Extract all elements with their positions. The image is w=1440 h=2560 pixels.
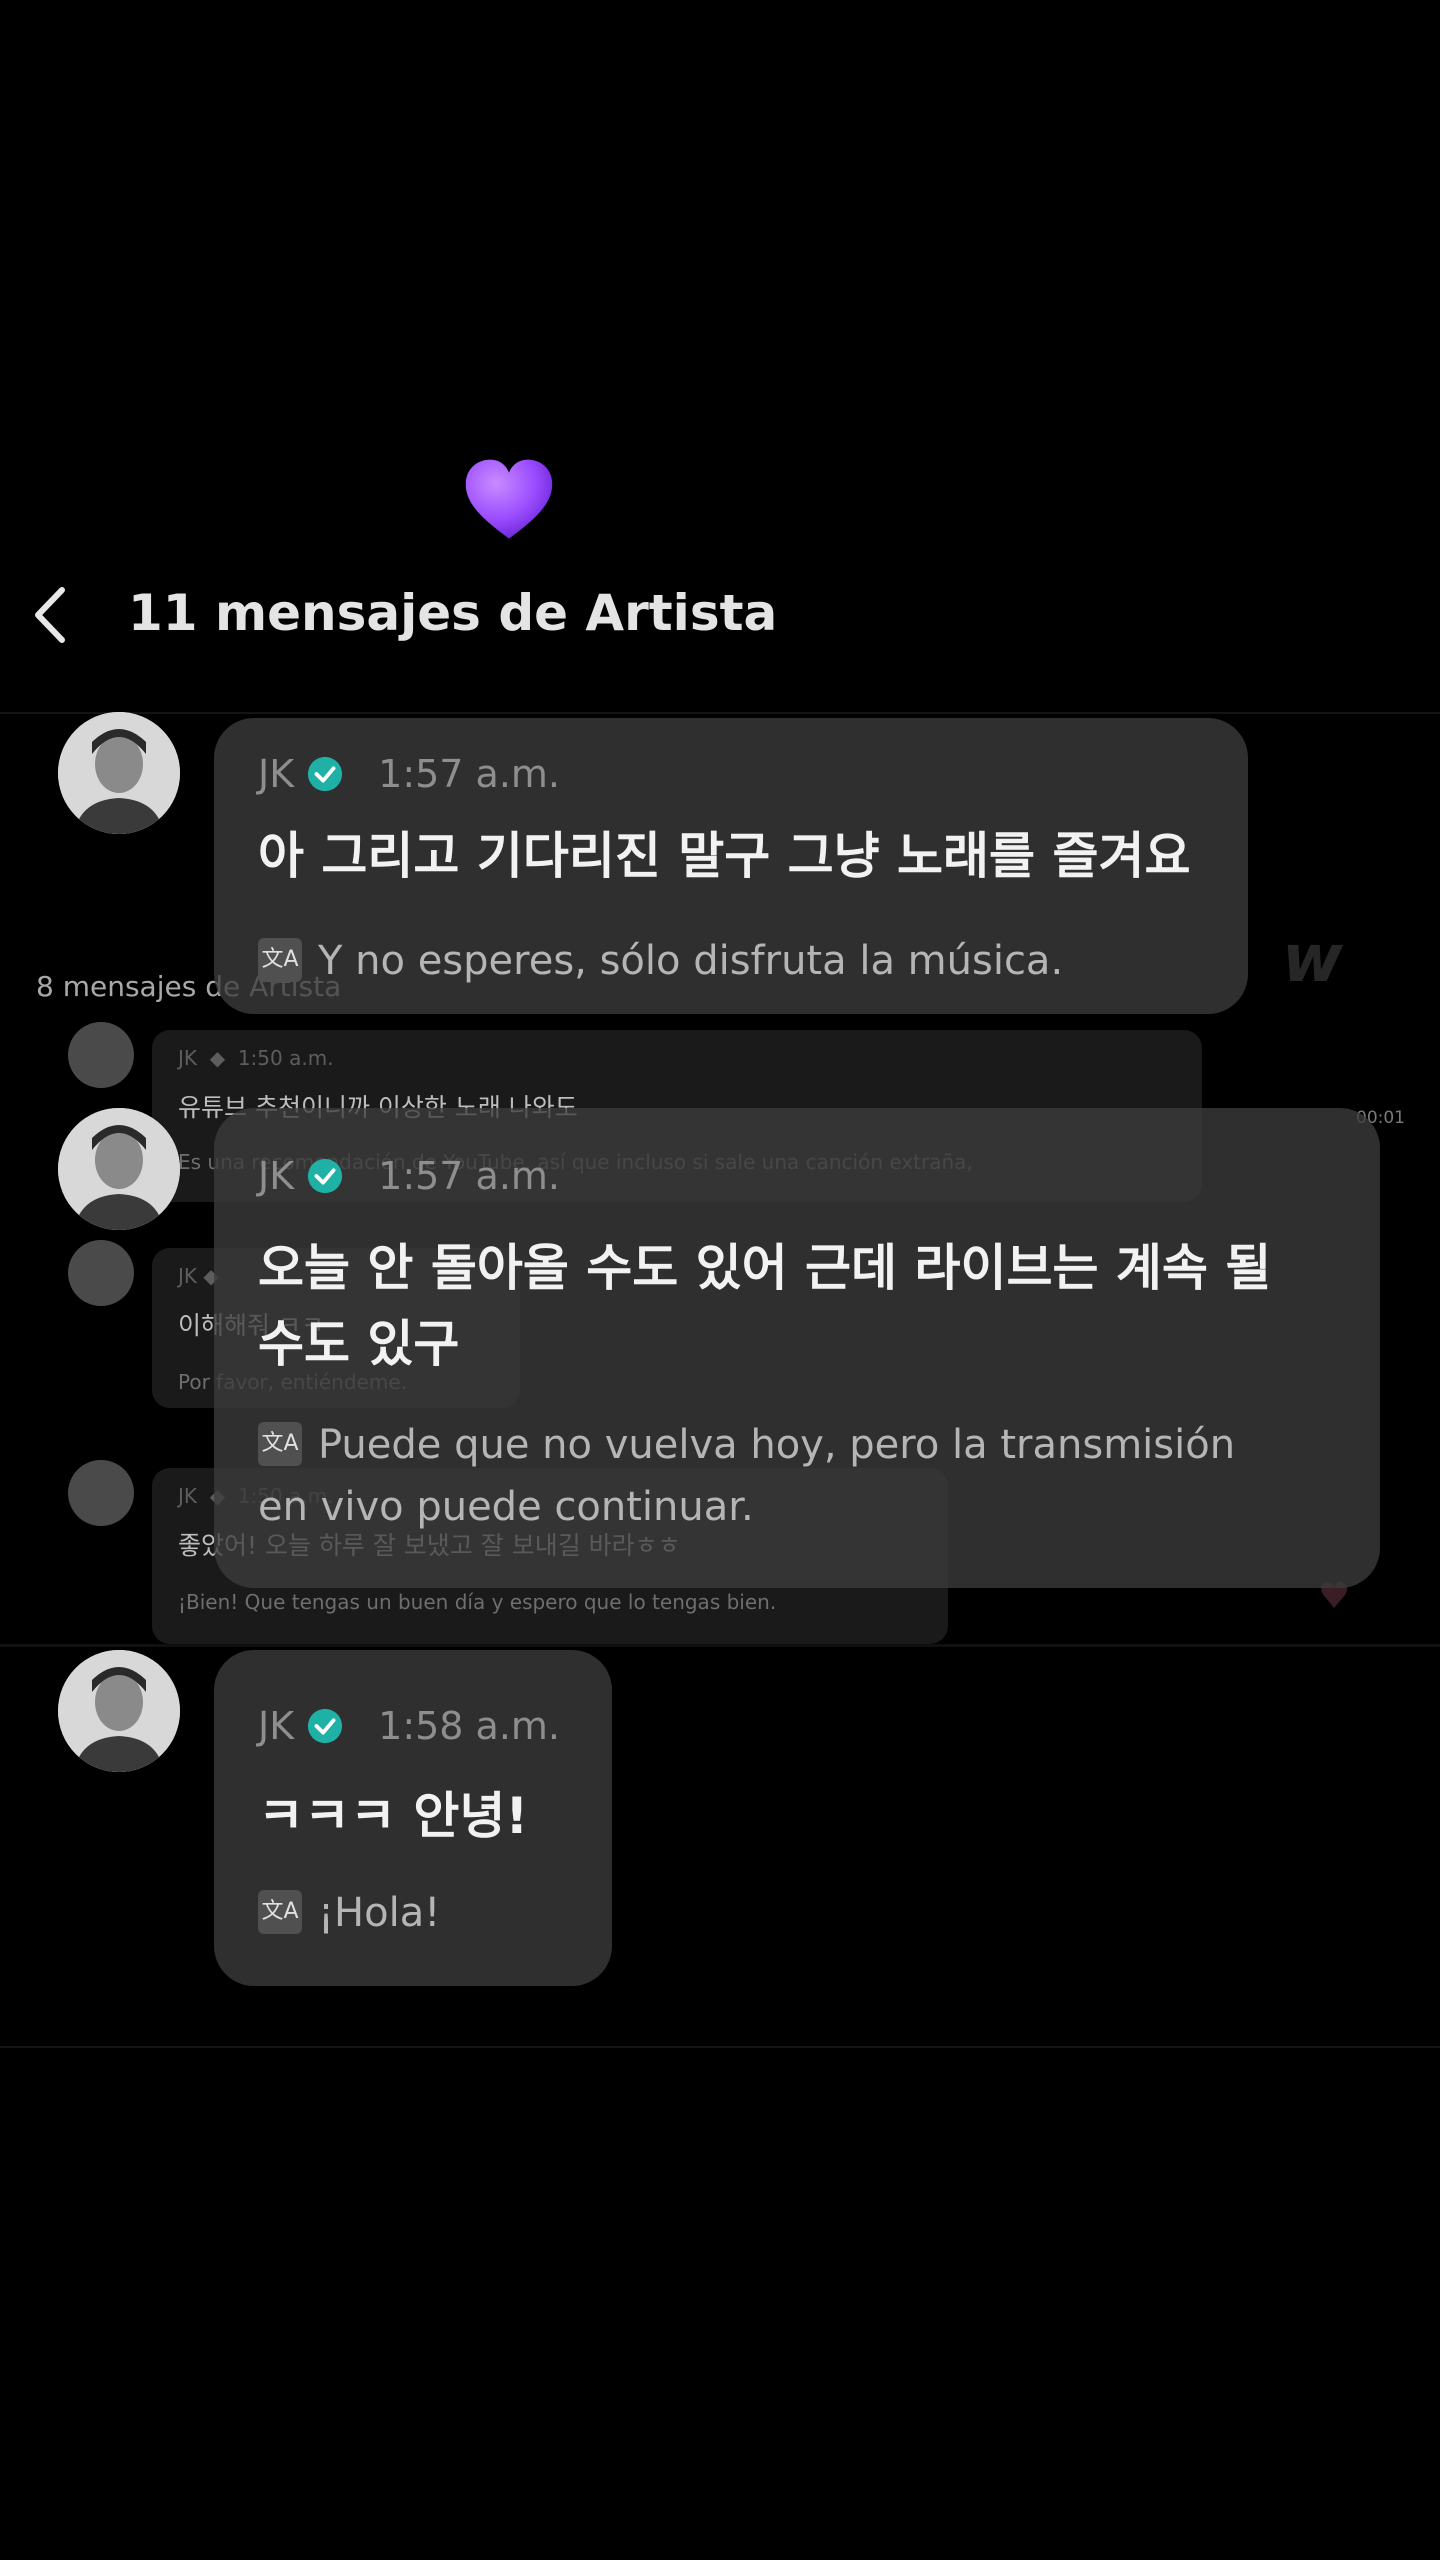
- translate-icon: 文A: [258, 1422, 302, 1466]
- verified-badge-icon: [308, 756, 343, 792]
- sender-name: JK: [258, 752, 295, 796]
- sender-name: JK: [258, 1704, 295, 1748]
- message-bubble: JK 1:57 a.m. 아 그리고 기다리진 말구 그냥 노래를 즐겨요 文A…: [214, 718, 1248, 1014]
- ghost-progress-bar: [0, 1644, 1440, 1647]
- sender-name: JK: [258, 1154, 295, 1198]
- message-translation-continued: en vivo puede continuar.: [258, 1476, 754, 1538]
- message-meta: JK 1:57 a.m.: [258, 752, 560, 796]
- message-text-korean: 오늘 안 돌아올 수도 있어 근데 라이브는 계속 될 수도 있구: [258, 1230, 1271, 1382]
- message-meta: JK 1:58 a.m.: [258, 1704, 560, 1748]
- translation-text: Y no esperes, sólo disfruta la música.: [318, 938, 1064, 984]
- message-timestamp: 1:57 a.m.: [378, 1154, 561, 1198]
- message-meta: JK 1:57 a.m.: [258, 1154, 560, 1198]
- ghost-avatar: [68, 1460, 134, 1526]
- translate-icon: 文A: [258, 1890, 302, 1934]
- message-text-line: 수도 있구: [258, 1315, 460, 1373]
- ghost-avatar: [68, 1022, 134, 1088]
- header-divider: [0, 712, 1440, 714]
- message-text-line: 오늘 안 돌아올 수도 있어 근데 라이브는 계속 될: [258, 1239, 1272, 1297]
- message-bubble: JK 1:58 a.m. ㅋㅋㅋ 안녕! 文A ¡Hola!: [214, 1650, 612, 1986]
- purple-heart-icon: [465, 459, 553, 539]
- translation-line: Puede que no vuelva hoy, pero la transmi…: [318, 1422, 1236, 1468]
- app-logo: w: [1282, 920, 1343, 997]
- translation-line: en vivo puede continuar.: [258, 1484, 754, 1530]
- ghost-message-meta: JK ◆ 1:50 a.m.: [178, 1046, 334, 1070]
- message-translation: 文A Puede que no vuelva hoy, pero la tran…: [258, 1414, 1235, 1476]
- ghost-message-meta: JK ◆: [178, 1264, 219, 1288]
- message-translation: 文A Y no esperes, sólo disfruta la música…: [258, 930, 1063, 992]
- translation-text: ¡Hola!: [318, 1890, 441, 1936]
- back-arrow-icon[interactable]: [18, 580, 88, 650]
- ghost-avatar: [68, 1240, 134, 1306]
- avatar[interactable]: [58, 1108, 180, 1230]
- footer-divider: [0, 2046, 1440, 2048]
- translate-icon: 文A: [258, 938, 302, 982]
- message-timestamp: 1:58 a.m.: [378, 1704, 561, 1748]
- message-translation: 文A ¡Hola!: [258, 1882, 440, 1944]
- message-bubble: JK 1:57 a.m. 오늘 안 돌아올 수도 있어 근데 라이브는 계속 될…: [214, 1108, 1380, 1588]
- message-text-korean: 아 그리고 기다리진 말구 그냥 노래를 즐겨요: [258, 827, 1191, 885]
- avatar[interactable]: [58, 1650, 180, 1772]
- message-timestamp: 1:57 a.m.: [378, 752, 561, 796]
- page-title: 11 mensajes de Artista: [128, 584, 778, 642]
- verified-badge-icon: [308, 1708, 343, 1744]
- verified-badge-icon: [308, 1158, 343, 1194]
- ghost-message-translation: ¡Bien! Que tengas un buen día y espero q…: [178, 1590, 777, 1614]
- translation-text: Puede que no vuelva hoy, pero la transmi…: [318, 1414, 1235, 1476]
- message-text-korean: ㅋㅋㅋ 안녕!: [258, 1787, 529, 1845]
- chat-header: 11 mensajes de Artista: [0, 560, 1440, 670]
- avatar[interactable]: [58, 712, 180, 834]
